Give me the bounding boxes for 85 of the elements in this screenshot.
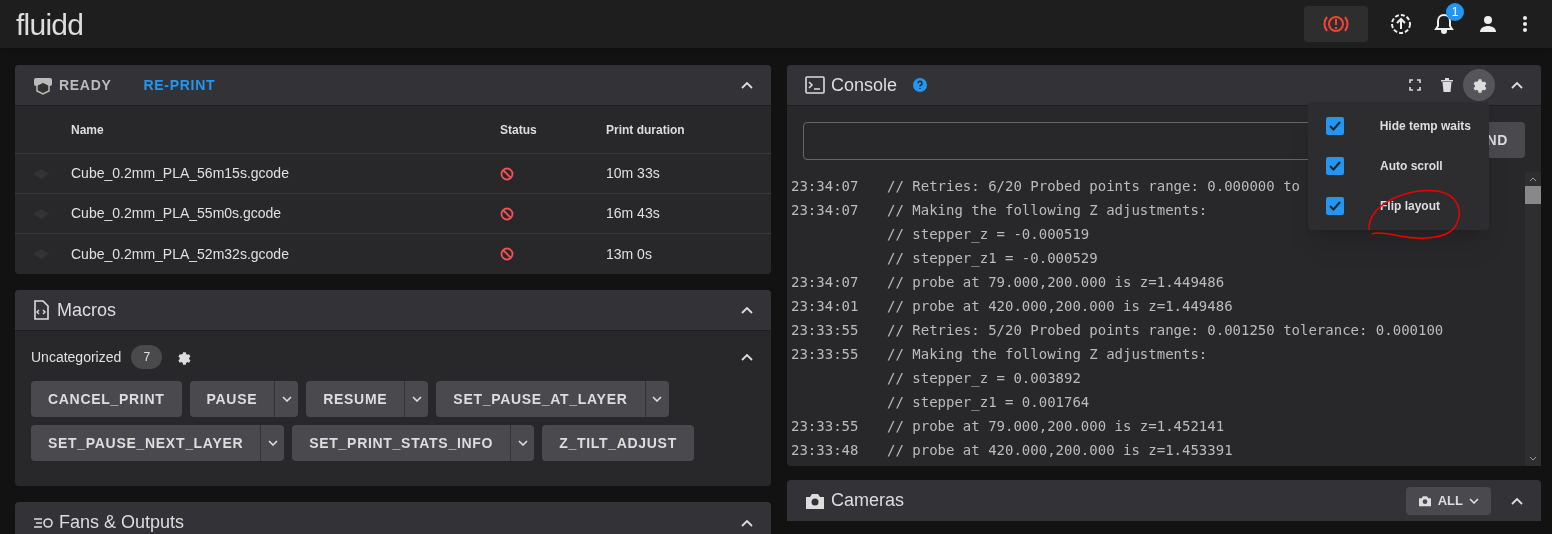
macro-button[interactable]: CANCEL_PRINT — [31, 381, 182, 417]
file-name: Cube_0.2mm_PLA_55m0s.gcode — [71, 204, 283, 223]
upload-icon[interactable] — [1390, 13, 1412, 35]
column-header[interactable]: Status — [500, 120, 606, 139]
collapse-icon[interactable] — [741, 81, 753, 89]
collapse-icon[interactable] — [1511, 496, 1523, 505]
file-name: Cube_0.2mm_PLA_52m32s.gcode — [71, 244, 290, 264]
checkbox[interactable] — [1326, 157, 1344, 175]
collapse-icon[interactable] — [1511, 81, 1523, 89]
log-time: 23:34:07 — [791, 273, 860, 292]
collapse-icon[interactable] — [741, 518, 753, 527]
log-message: // stepper_z1 = 0.001764 — [887, 393, 1090, 413]
cancelled-icon — [500, 166, 514, 181]
caret-icon — [1469, 497, 1479, 504]
column-header[interactable]: Print duration — [606, 120, 771, 139]
printer-icon — [33, 75, 53, 95]
user-icon[interactable] — [1478, 14, 1498, 34]
menu-item-label: Auto scroll — [1380, 158, 1443, 175]
settings-icon — [1471, 77, 1487, 93]
log-time: 23:33:55 — [791, 345, 860, 364]
caret-icon — [652, 396, 662, 402]
more-icon[interactable] — [1522, 15, 1528, 33]
fan-icon — [33, 516, 53, 529]
status-title: READY — [59, 75, 112, 95]
log-message: // Making the following Z adjustments: — [887, 345, 1208, 364]
cancelled-icon — [500, 247, 514, 261]
column-header[interactable]: Name — [71, 120, 500, 139]
caret-icon — [411, 396, 422, 402]
card-title: Macros — [57, 298, 116, 322]
log-message: // Retries: 6/20 Probed points range: 0.000000 to — [887, 177, 1300, 196]
card-title: Fans & Outputs — [59, 511, 185, 534]
log-message: // stepper_z1 = -0.000529 — [887, 249, 1098, 269]
checkbox[interactable] — [1326, 197, 1344, 215]
alert-icon — [1323, 13, 1349, 35]
log-message: // stepper_z = 0.003892 — [887, 369, 1081, 389]
log-message: // probe at 79.000,200.000 is z=1.452141 — [887, 417, 1225, 436]
log-message: // probe at 79.000,200.000 is z=1.449486 — [887, 273, 1225, 292]
caret-icon — [267, 440, 278, 446]
category-title: Uncategorized — [31, 347, 122, 367]
log-message: // probe at 420.000,200.000 is z=1.453391 — [887, 441, 1233, 460]
settings-icon[interactable] — [176, 349, 192, 365]
print-duration: 16m 43s — [606, 204, 661, 223]
scroll-up-icon[interactable] — [1529, 176, 1537, 182]
trash-icon[interactable] — [1441, 78, 1453, 92]
camera-icon — [1417, 494, 1432, 507]
menu-item-label: Hide temp waits — [1379, 118, 1471, 135]
log-time: 23:33:55 — [791, 417, 860, 436]
collapse-icon[interactable] — [741, 306, 753, 314]
log-message: // probe at 420.000,200.000 is z=1.449486 — [887, 297, 1233, 316]
scrollbar-track[interactable] — [1525, 172, 1541, 466]
macro-count: 7 — [131, 345, 163, 369]
log-time: 23:33:55 — [791, 321, 860, 340]
log-message: // Retries: 5/20 Probed points range: 0.001250 tolerance: 0.000100 — [887, 321, 1444, 340]
reprint-button[interactable]: RE-PRINT — [143, 74, 216, 96]
log-message: // Making the following Z adjustments: — [887, 201, 1208, 220]
log-message: // stepper_z = -0.000519 — [887, 225, 1090, 245]
menu-item-label: Flip layout — [1380, 198, 1440, 215]
fullscreen-icon[interactable] — [1409, 79, 1421, 91]
log-time: 23:34:01 — [791, 297, 860, 316]
print-duration: 10m 33s — [606, 164, 661, 183]
scrollbar-thumb[interactable] — [1525, 186, 1541, 204]
code-file-icon — [33, 300, 49, 320]
bell-icon[interactable] — [1434, 13, 1454, 35]
app-logo[interactable]: fluidd — [16, 1, 84, 47]
card-title: Console — [831, 73, 898, 97]
cancelled-icon — [500, 206, 514, 221]
print-duration: 13m 0s — [606, 244, 653, 264]
settings-button[interactable] — [1463, 69, 1495, 101]
log-time: 23:34:07 — [791, 201, 860, 220]
camera-icon — [805, 491, 825, 510]
terminal-icon — [805, 76, 825, 94]
file-name: Cube_0.2mm_PLA_56m15s.gcode — [71, 164, 290, 183]
log-time: 23:33:48 — [791, 441, 860, 460]
help-icon[interactable] — [913, 78, 928, 92]
emergency-stop-button[interactable] — [1304, 6, 1368, 42]
log-time: 23:34:07 — [791, 177, 860, 196]
checkbox[interactable] — [1326, 117, 1344, 135]
caret-icon — [517, 440, 528, 446]
card-title: Cameras — [831, 489, 905, 512]
scroll-down-icon[interactable] — [1529, 456, 1537, 462]
notification-count: 1 — [1446, 3, 1464, 21]
caret-icon — [281, 396, 292, 402]
macro-button[interactable]: Z_TILT_ADJUST — [542, 425, 694, 461]
camera-filter-button[interactable]: ALL — [1405, 486, 1491, 515]
collapse-icon[interactable] — [741, 353, 753, 361]
